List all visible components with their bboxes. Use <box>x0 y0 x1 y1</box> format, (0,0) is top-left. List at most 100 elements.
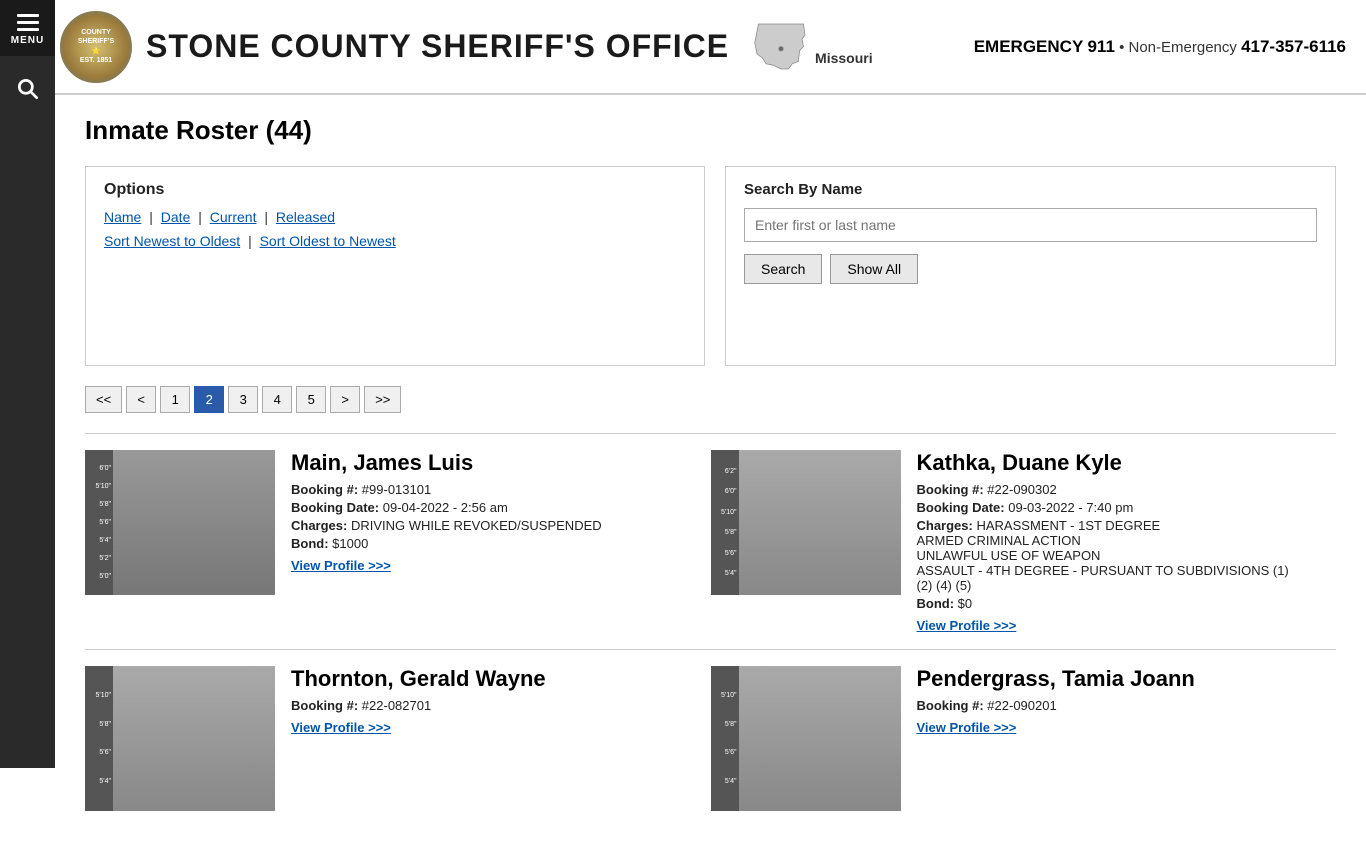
inmate-booking-date-2: Booking Date: 09-03-2022 - 7:40 pm <box>917 500 1307 515</box>
non-emergency-label: Non-Emergency <box>1129 39 1237 56</box>
booking-num-label-3: Booking #: <box>291 698 358 713</box>
page-2-btn[interactable]: 2 <box>194 386 224 413</box>
inmate-row: 6'0" 5'10" 5'8" 5'6" 5'4" 5'2" 5'0" Main… <box>85 433 1336 649</box>
view-profile-link-pendergrass[interactable]: View Profile >>> <box>917 720 1017 735</box>
inmate-photo-main: 6'0" 5'10" 5'8" 5'6" 5'4" 5'2" 5'0" <box>85 450 275 595</box>
page-title: Inmate Roster (44) <box>85 115 1336 146</box>
inmate-name-4: Pendergrass, Tamia Joann <box>917 666 1307 692</box>
emergency-info: EMERGENCY 911 • Non-Emergency 417-357-61… <box>974 37 1346 57</box>
booking-date-label-2: Booking Date: <box>917 500 1005 515</box>
photo-body-4 <box>739 666 901 811</box>
inmate-photo-kathka: 6'2" 6'0" 5'10" 5'8" 5'6" 5'4" <box>711 450 901 595</box>
page-3-btn[interactable]: 3 <box>228 386 258 413</box>
bond-value-2: $0 <box>958 596 972 611</box>
photo-ruler-4: 5'10" 5'8" 5'6" 5'4" <box>711 666 739 811</box>
bond-label-2: Bond: <box>917 596 955 611</box>
photo-ruler-3: 5'10" 5'8" 5'6" 5'4" <box>85 666 113 811</box>
sidebar: MENU <box>0 0 55 768</box>
photo-body <box>113 450 275 595</box>
page-1-btn[interactable]: 1 <box>160 386 190 413</box>
inmate-booking-date: Booking Date: 09-04-2022 - 2:56 am <box>291 500 681 515</box>
sheriff-logo: COUNTYSHERIFF'S⭐EST. 1851 <box>60 11 132 83</box>
inmate-cell-main: 6'0" 5'10" 5'8" 5'6" 5'4" 5'2" 5'0" Main… <box>85 450 711 633</box>
search-by-name-label: Search By Name <box>744 181 1317 198</box>
sort-oldest-link[interactable]: Sort Oldest to Newest <box>260 233 396 249</box>
page-first-btn[interactable]: << <box>85 386 122 413</box>
inmate-cell-thornton: 5'10" 5'8" 5'6" 5'4" Thornton, Gerald Wa… <box>85 666 711 811</box>
charges-label-2: Charges: <box>917 518 973 533</box>
charges-value: DRIVING WHILE REVOKED/SUSPENDED <box>351 518 602 533</box>
hamburger-icon <box>0 14 55 31</box>
menu-button[interactable]: MENU <box>0 0 55 56</box>
emergency-label: EMERGENCY <box>974 37 1084 56</box>
separator: • <box>1119 39 1128 56</box>
inmate-row-2: 5'10" 5'8" 5'6" 5'4" Thornton, Gerald Wa… <box>85 649 1336 827</box>
inmate-info-thornton: Thornton, Gerald Wayne Booking #: #22-08… <box>291 666 681 735</box>
photo-body-3 <box>113 666 275 811</box>
bond-label: Bond: <box>291 536 329 551</box>
state-block: Missouri <box>751 19 873 74</box>
photo-ruler: 6'0" 5'10" 5'8" 5'6" 5'4" 5'2" 5'0" <box>85 450 113 595</box>
bond-value: $1000 <box>332 536 368 551</box>
non-emergency-number: 417-357-6116 <box>1241 37 1346 56</box>
option-current-link[interactable]: Current <box>210 209 257 225</box>
inmate-bond: Bond: $1000 <box>291 536 681 551</box>
view-profile-link-kathka[interactable]: View Profile >>> <box>917 618 1017 633</box>
page-4-btn[interactable]: 4 <box>262 386 292 413</box>
inmate-info-kathka: Kathka, Duane Kyle Booking #: #22-090302… <box>917 450 1307 633</box>
booking-num-value: #99-013101 <box>362 482 431 497</box>
option-released-link[interactable]: Released <box>276 209 335 225</box>
inmate-cell-pendergrass: 5'10" 5'8" 5'6" 5'4" Pendergrass, Tamia … <box>711 666 1337 811</box>
inmate-photo-thornton: 5'10" 5'8" 5'6" 5'4" <box>85 666 275 811</box>
inmate-info-main: Main, James Luis Booking #: #99-013101 B… <box>291 450 681 573</box>
page-next-btn[interactable]: > <box>330 386 360 413</box>
booking-date-label: Booking Date: <box>291 500 379 515</box>
inmate-bond-2: Bond: $0 <box>917 596 1307 611</box>
inmate-booking-num: Booking #: #99-013101 <box>291 482 681 497</box>
options-links: Name | Date | Current | Released <box>104 209 686 225</box>
booking-num-label-2: Booking #: <box>917 482 984 497</box>
page-5-btn[interactable]: 5 <box>296 386 326 413</box>
sort-newest-link[interactable]: Sort Newest to Oldest <box>104 233 240 249</box>
inmate-booking-num-3: Booking #: #22-082701 <box>291 698 681 713</box>
inmate-name: Main, James Luis <box>291 450 681 476</box>
options-title: Options <box>104 181 686 199</box>
sidebar-search-icon[interactable] <box>15 76 41 105</box>
missouri-map-icon <box>751 19 811 74</box>
booking-date-value: 09-04-2022 - 2:56 am <box>383 500 508 515</box>
view-profile-link-main[interactable]: View Profile >>> <box>291 558 391 573</box>
show-all-button[interactable]: Show All <box>830 254 918 284</box>
inmate-info-pendergrass: Pendergrass, Tamia Joann Booking #: #22-… <box>917 666 1307 735</box>
view-profile-link-thornton[interactable]: View Profile >>> <box>291 720 391 735</box>
inmate-booking-num-2: Booking #: #22-090302 <box>917 482 1307 497</box>
photo-placeholder-2: 6'2" 6'0" 5'10" 5'8" 5'6" 5'4" <box>711 450 901 595</box>
search-box: Search By Name Search Show All <box>725 166 1336 366</box>
photo-placeholder-3: 5'10" 5'8" 5'6" 5'4" <box>85 666 275 811</box>
inmate-booking-num-4: Booking #: #22-090201 <box>917 698 1307 713</box>
option-date-link[interactable]: Date <box>161 209 191 225</box>
booking-date-value-2: 09-03-2022 - 7:40 pm <box>1008 500 1133 515</box>
header-left: COUNTYSHERIFF'S⭐EST. 1851 STONE COUNTY S… <box>60 11 873 83</box>
emergency-number: 911 <box>1087 37 1114 56</box>
inmate-name-3: Thornton, Gerald Wayne <box>291 666 681 692</box>
inmate-charges-2: Charges: HARASSMENT - 1ST DEGREEARMED CR… <box>917 518 1307 593</box>
main-content: Inmate Roster (44) Options Name | Date |… <box>55 95 1366 847</box>
search-buttons: Search Show All <box>744 254 1317 284</box>
booking-num-value-4: #22-090201 <box>987 698 1056 713</box>
org-name: STONE COUNTY SHERIFF'S OFFICE <box>146 29 729 64</box>
menu-label: MENU <box>11 35 44 46</box>
header-title-block: STONE COUNTY SHERIFF'S OFFICE <box>146 29 729 64</box>
inmate-photo-pendergrass: 5'10" 5'8" 5'6" 5'4" <box>711 666 901 811</box>
header: COUNTYSHERIFF'S⭐EST. 1851 STONE COUNTY S… <box>0 0 1366 95</box>
search-input[interactable] <box>744 208 1317 242</box>
booking-num-label-4: Booking #: <box>917 698 984 713</box>
options-sort: Sort Newest to Oldest | Sort Oldest to N… <box>104 233 686 249</box>
charges-label: Charges: <box>291 518 347 533</box>
photo-placeholder: 6'0" 5'10" 5'8" 5'6" 5'4" 5'2" 5'0" <box>85 450 275 595</box>
inmate-charges: Charges: DRIVING WHILE REVOKED/SUSPENDED <box>291 518 681 533</box>
photo-ruler-2: 6'2" 6'0" 5'10" 5'8" 5'6" 5'4" <box>711 450 739 595</box>
page-last-btn[interactable]: >> <box>364 386 401 413</box>
page-prev-btn[interactable]: < <box>126 386 156 413</box>
search-button[interactable]: Search <box>744 254 822 284</box>
option-name-link[interactable]: Name <box>104 209 141 225</box>
